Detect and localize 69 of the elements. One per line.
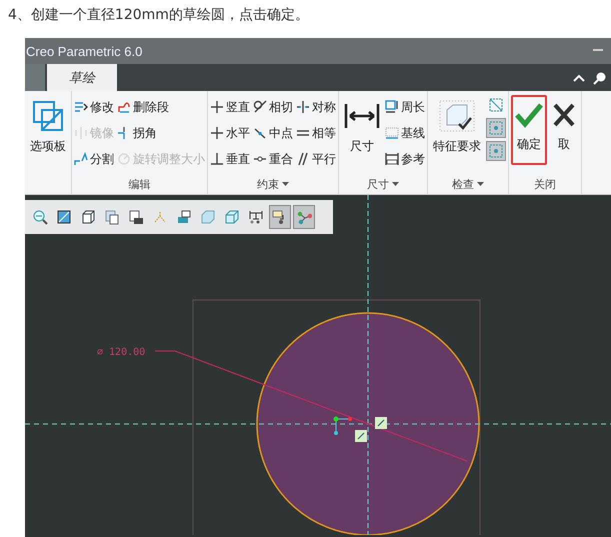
vertex-display-icon [296,209,312,225]
midpoint-icon [253,126,267,140]
rotate-icon [117,152,131,166]
step-instruction: 4、创建一个直径120mm的草绘圆，点击确定。 [7,6,310,25]
ribbon-item[interactable]: 参考 [385,149,425,169]
mirror-icon [74,126,88,140]
ribbon-item[interactable]: 修改 [74,97,114,117]
center-handle-drawing[interactable] [334,416,352,435]
split-icon [74,152,88,166]
group-label: 尺寸 [367,176,389,192]
reference-icon [385,152,399,166]
wireframe-box-icon [224,209,240,225]
cross-icon [210,100,224,114]
check-toggle[interactable] [486,141,506,161]
ribbon-item[interactable]: 相等 [296,123,336,143]
group-label: 编辑 [128,176,150,192]
caret-down-icon[interactable] [477,182,484,186]
caret-down-icon[interactable] [282,182,289,186]
ribbon-tab[interactable]: 草绘 [47,64,117,91]
layers-icon [176,209,192,225]
shaded-box-icon [200,209,216,225]
baseline-icon [385,126,399,140]
caret-down-icon[interactable] [392,182,399,186]
check-toggle[interactable] [486,118,506,138]
zoom-out-icon [32,209,48,225]
ribbon-item[interactable]: 基线 [385,123,425,143]
ribbon-item[interactable]: 水平 [210,123,250,143]
constraint-marker-icon[interactable] [355,430,367,442]
dimension-display-icon [248,209,264,225]
curve-segment-icon [117,100,131,114]
ribbon-item[interactable]: 重合 [253,149,293,169]
square-icon [56,209,72,225]
cross-icon [210,126,224,140]
stacked-pages-icon [104,209,120,225]
ribbon-item[interactable]: 周长 [385,97,425,117]
ribbon-item[interactable]: 拐角 [117,123,205,143]
ribbon-item[interactable]: 分割 [74,149,114,169]
minimize-icon[interactable] [593,49,603,53]
parallel-icon [296,152,310,166]
constraint-marker-icon[interactable] [375,417,387,429]
cube-check-icon [439,100,475,132]
ribbon-button[interactable]: 尺寸 [341,95,383,165]
camera-icon [128,209,144,225]
ribbon-button[interactable]: 选项板 [27,95,69,165]
ribbon-item[interactable]: 平行 [296,149,336,169]
group-label: 检查 [452,176,474,192]
search-icon[interactable] [593,71,607,85]
ribbon-item[interactable]: 竖直 [210,97,250,117]
perpendicular-icon [210,152,224,166]
ribbon-item[interactable]: 相切 [253,97,293,117]
ribbon-item[interactable]: 垂直 [210,149,250,169]
overlapping-squares-icon [32,100,64,132]
ribbon-item[interactable]: 删除段 [117,97,205,117]
ribbon-item[interactable]: 中点 [253,123,293,143]
ribbon-button[interactable]: 取 [549,95,579,165]
group-label: 约束 [257,176,279,192]
axes-icon [152,209,168,225]
caret-up-icon[interactable] [573,74,585,82]
tangent-icon [253,100,267,114]
lines-icon [74,100,88,114]
ribbon-button[interactable]: 确定 [511,95,547,165]
group-label: 关闭 [534,176,556,192]
cube-icon [80,209,96,225]
view-button[interactable] [269,205,291,229]
ribbon-item[interactable]: 对称 [296,97,336,117]
symmetric-icon [296,100,310,114]
window-title: Creo Parametric 6.0 [26,44,142,58]
ribbon-button[interactable]: 特征要求 [430,95,484,165]
perimeter-icon [385,100,399,114]
